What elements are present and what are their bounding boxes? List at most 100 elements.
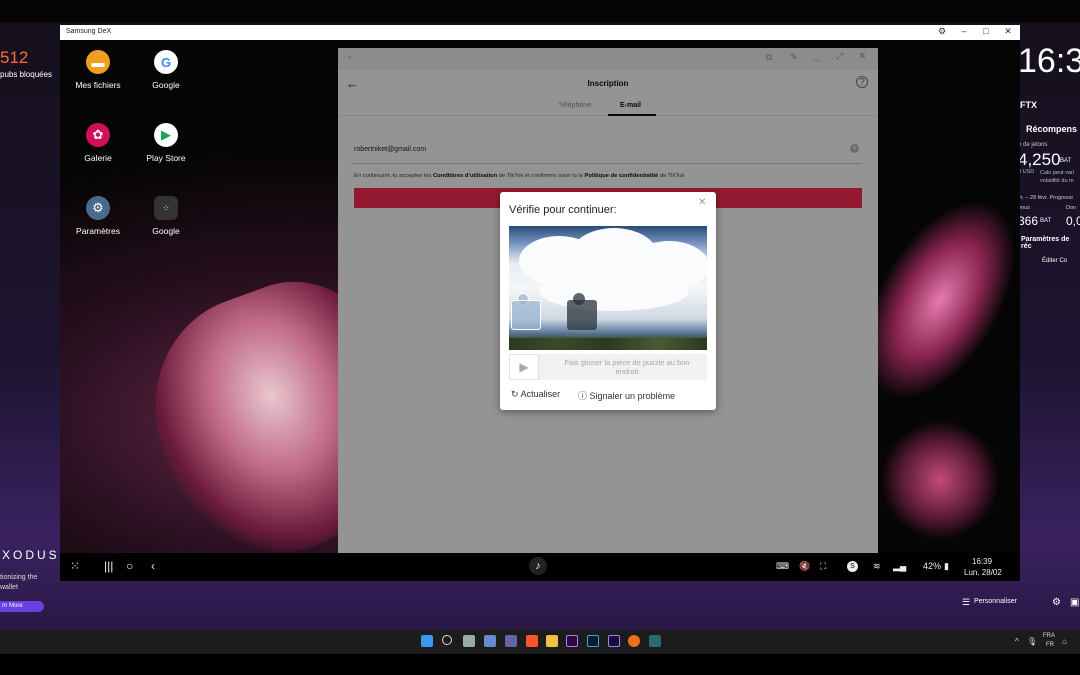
minimize-icon[interactable]: – [954,26,974,36]
app-label: Google [152,226,180,236]
slider-handle[interactable]: ▶ [509,354,539,380]
puzzle-slot [567,300,597,330]
settings-icon[interactable]: ⚙ [1052,597,1061,608]
after-effects-icon[interactable] [608,635,620,647]
learn-more-button[interactable]: rn More [0,601,44,612]
battery-icon: ▮ [944,561,949,571]
bonus-value: 366 [1018,214,1039,228]
gallery-icon: ✿ [86,123,110,147]
language-code[interactable]: FRA [1043,633,1055,639]
screenshot-icon[interactable]: ⛶ [820,561,826,572]
search-icon[interactable] [442,635,452,645]
file-explorer-icon[interactable] [546,635,558,647]
app-google-folder[interactable]: ⁘ Google [131,196,201,236]
back-icon[interactable]: ‹ [151,559,155,573]
settings-icon[interactable]: ⚙ [932,26,952,37]
tray-arrow-icon[interactable]: ^ [1015,637,1019,646]
app-play-store[interactable]: ▶ Play Store [131,123,201,163]
exodus-tagline-2: wallet [0,584,18,591]
ads-blocked-label: pubs bloquées [0,70,53,79]
widget-clock: 16:3 [1018,42,1080,80]
customize-button[interactable]: Personnaliser [974,598,1017,605]
dex-window-title: Samsung DeX [66,28,112,35]
puzzle-piece[interactable] [511,300,541,330]
bonus-unit: BAT [1040,218,1052,224]
screen: 512 pubs bloquées XODUS tionizing the wa… [0,0,1080,675]
progress-label: vr. – 28 févr. Progressi [1018,195,1073,201]
app-icon[interactable] [628,635,640,647]
edit-link[interactable]: Éditer Co [1042,258,1067,264]
app-label: Galerie [84,153,112,163]
app-google[interactable]: G Google [131,50,201,90]
refresh-label: Actualiser [520,389,561,399]
keyboard-icon[interactable]: ⌨ [776,561,789,572]
google-folder-icon: ⁘ [154,196,178,220]
bat-amount: 4,250 [1018,150,1061,169]
home-icon[interactable]: ○ [126,559,133,573]
tokens-label: e de jetons [1018,142,1048,148]
slider-hint: Fais glisser la pièce de puzzle au bon e… [564,358,690,376]
mute-icon[interactable]: 🔇 [799,561,810,572]
network-icon[interactable]: ⌂ [1062,637,1067,646]
save-icon[interactable]: ▣ [1070,597,1079,608]
windows-start-icon[interactable] [421,635,433,647]
app-label: Play Store [146,153,186,163]
customize-icon[interactable]: ☰ [962,597,970,608]
app-label: Mes fichiers [75,80,121,90]
info-icon: ⓘ [578,391,588,401]
report-label: Signaler un problème [589,391,676,401]
wallpaper-flower-lower [880,420,1000,540]
windows-taskbar: ^ 🎙 FRA FR ⌂ [0,630,1080,654]
report-problem-button[interactable]: ⓘ Signaler un problème [578,389,675,402]
widgets-icon[interactable] [484,635,496,647]
app-gallery[interactable]: ✿ Galerie [63,123,133,163]
battery-level: 42% [923,561,942,571]
app-label: Google [152,80,180,90]
captcha-dialog: Vérifie pour continuer: ✕ ▶ Fais glisser… [500,192,716,410]
brave-icon[interactable] [526,635,538,647]
close-icon[interactable]: ✕ [698,197,706,208]
maximize-icon[interactable]: □ [976,26,996,36]
task-view-icon[interactable] [463,635,475,647]
play-store-icon: ▶ [154,123,178,147]
dex-app-icon[interactable] [649,635,661,647]
premiere-icon[interactable] [566,635,578,647]
apps-grid-icon[interactable]: ⁙ [70,559,80,573]
donation-value: 0,0 [1066,214,1080,228]
donation-label: Don [1066,205,1077,211]
status-icon[interactable]: S [847,561,858,572]
app-label: Paramètres [76,226,120,236]
ftx-label: FTX [1020,100,1037,110]
exodus-tagline-1: tionizing the [0,574,38,581]
tree-line [509,338,707,350]
cloud [539,271,689,311]
teams-icon[interactable] [505,635,517,647]
dex-titlebar: Samsung DeX ⚙ – □ ✕ [60,25,1020,40]
language-layout[interactable]: FR [1046,642,1054,648]
letterbox-bottom [0,654,1080,675]
rewards-settings-link[interactable]: Paramètres de réc [1021,236,1080,250]
rewards-title: Récompens [1026,124,1078,134]
dex-clock: 16:39 [972,557,993,566]
dex-taskbar: ⁙ ||| ○ ‹ ♪ ⌨ 🔇 ⛶ S ≋ ▂▄ 42% ▮ 16:39 Lun… [60,553,1020,581]
tiktok-icon[interactable]: ♪ [529,557,547,575]
app-settings[interactable]: ⚙ Paramètres [63,196,133,236]
captcha-title: Vérifie pour continuer: [509,204,617,216]
photoshop-icon[interactable] [587,635,599,647]
refresh-button[interactable]: ↻ Actualiser [511,389,560,400]
signal-icon: ▂▄ [893,561,907,571]
calc-note: Calo peut vari volatilité du m [1040,170,1074,184]
settings-icon: ⚙ [86,196,110,220]
ads-blocked-count: 512 [0,48,29,67]
app-my-files[interactable]: ▬ Mes fichiers [63,50,133,90]
dex-date: Lun. 28/02 [964,568,1002,577]
google-icon: G [154,50,178,74]
usd-value: 0 USD [1018,169,1035,175]
close-icon[interactable]: ✕ [998,26,1018,37]
microphone-icon[interactable]: 🎙 [1027,637,1037,646]
recent-apps-icon[interactable]: ||| [104,559,113,573]
bat-unit: BAT [1060,158,1072,164]
refresh-icon: ↻ [511,389,519,399]
folder-icon: ▬ [86,50,110,74]
captcha-image [509,226,707,350]
